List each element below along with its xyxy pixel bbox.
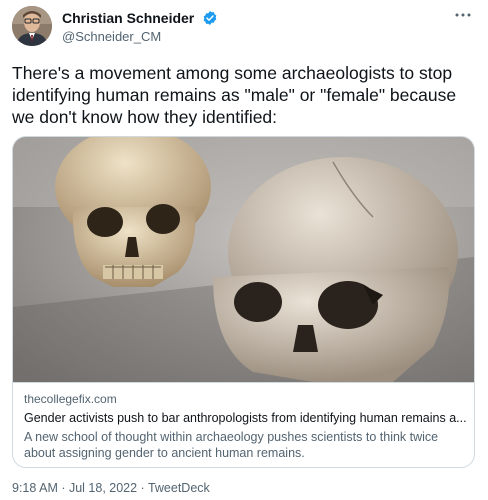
card-description: A new school of thought within archaeolo… bbox=[24, 430, 439, 460]
card-title[interactable]: Gender activists push to bar anthropolog… bbox=[24, 410, 468, 426]
display-name[interactable]: Christian Schneider bbox=[62, 9, 194, 27]
tweet: Christian Schneider @Schneider_CM There'… bbox=[0, 0, 488, 500]
card-body: thecollegefix.com Gender activists push … bbox=[13, 382, 474, 467]
more-options-icon[interactable] bbox=[452, 6, 474, 24]
link-card[interactable]: thecollegefix.com Gender activists push … bbox=[12, 136, 475, 468]
avatar-image bbox=[12, 6, 52, 46]
user-handle[interactable]: @Schneider_CM bbox=[62, 28, 218, 46]
card-image bbox=[13, 137, 474, 382]
verified-badge-icon bbox=[203, 11, 217, 25]
tweet-header: Christian Schneider @Schneider_CM bbox=[12, 6, 476, 50]
avatar[interactable] bbox=[12, 6, 52, 46]
tweet-text: There's a movement among some archaeolog… bbox=[12, 63, 457, 127]
tweet-timestamp[interactable]: 9:18 AM · Jul 18, 2022 · TweetDeck bbox=[12, 480, 210, 496]
user-names: Christian Schneider @Schneider_CM bbox=[62, 9, 218, 46]
card-domain: thecollegefix.com bbox=[24, 392, 117, 406]
